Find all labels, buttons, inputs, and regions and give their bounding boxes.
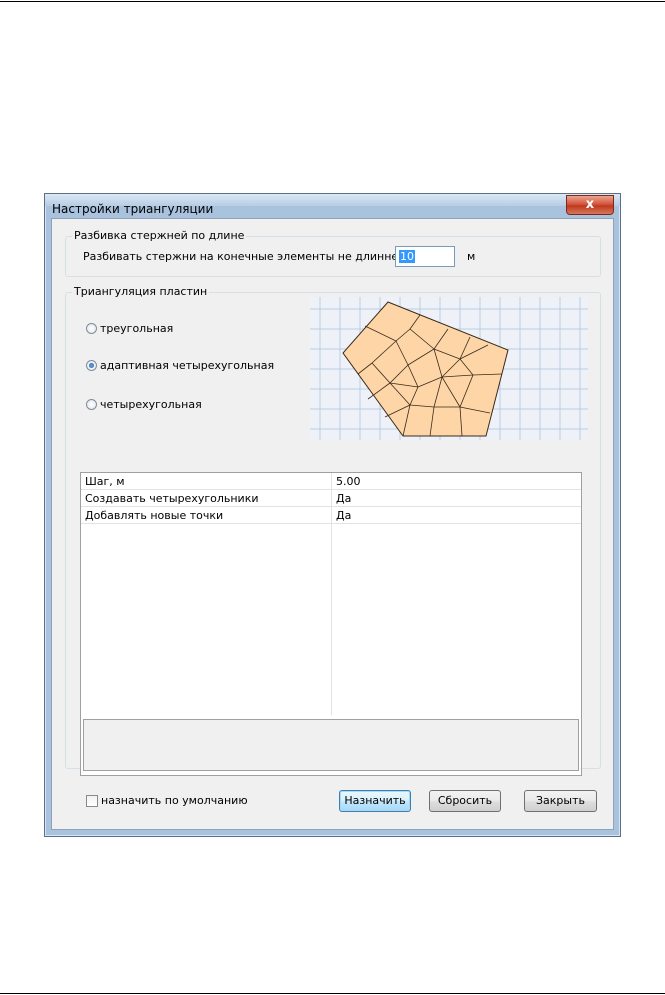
property-name: Создавать четырехугольники — [85, 492, 259, 505]
quad-option-label: четырехугольная — [100, 398, 202, 411]
properties-grid: Шаг, м 5.00 Создавать четырехугольники Д… — [80, 472, 582, 776]
bar-division-legend: Разбивка стержней по длине — [72, 229, 247, 242]
table-row[interactable]: Создавать четырехугольники Да — [81, 490, 581, 507]
property-value[interactable]: Да — [336, 509, 351, 522]
property-value[interactable]: 5.00 — [336, 475, 361, 488]
adaptive-quad-option-label: адаптивная четырехугольная — [100, 359, 275, 372]
property-description-box — [83, 719, 579, 771]
max-element-length-value: 10 — [399, 250, 415, 263]
mesh-preview-icon — [310, 297, 588, 440]
max-element-length-input[interactable]: 10 — [395, 246, 455, 267]
property-name: Добавлять новые точки — [85, 509, 224, 522]
set-default-label: назначить по умолчанию — [101, 794, 248, 807]
reset-button[interactable]: Сбросить — [429, 790, 501, 812]
assign-button[interactable]: Назначить — [339, 790, 411, 812]
max-element-length-label: Разбивать стержни на конечные элементы н… — [83, 250, 409, 263]
adaptive-quad-option[interactable]: адаптивная четырехугольная — [86, 359, 274, 372]
adaptive-quad-radio[interactable] — [86, 360, 97, 371]
quad-radio[interactable] — [86, 399, 97, 410]
length-unit-label: м — [467, 250, 476, 263]
property-value[interactable]: Да — [336, 492, 351, 505]
dialog-client-area: Разбивка стержней по длине Разбивать сте… — [51, 218, 614, 830]
page-bottom-rule — [0, 993, 665, 994]
quad-option[interactable]: четырехугольная — [86, 398, 202, 411]
set-default-checkbox[interactable] — [86, 794, 98, 807]
bar-division-group: Разбивка стержней по длине Разбивать сте… — [65, 229, 601, 277]
triangular-radio[interactable] — [86, 323, 97, 334]
property-name: Шаг, м — [85, 475, 125, 488]
triangular-option[interactable]: треугольная — [86, 322, 173, 335]
set-default-option[interactable]: назначить по умолчанию — [86, 794, 248, 807]
close-icon: x — [585, 197, 595, 212]
close-button[interactable]: Закрыть — [524, 790, 597, 812]
window-title: Настройки триангуляции — [52, 202, 214, 216]
plate-triangulation-legend: Триангуляция пластин — [72, 285, 210, 298]
table-row[interactable]: Шаг, м 5.00 — [81, 473, 581, 490]
triangular-option-label: треугольная — [100, 322, 174, 335]
table-row[interactable]: Добавлять новые точки Да — [81, 507, 581, 524]
page-top-rule — [0, 1, 665, 2]
close-window-button[interactable]: x — [566, 195, 614, 215]
triangulation-settings-dialog: Настройки триангуляции x Разбивка стержн… — [44, 193, 621, 837]
